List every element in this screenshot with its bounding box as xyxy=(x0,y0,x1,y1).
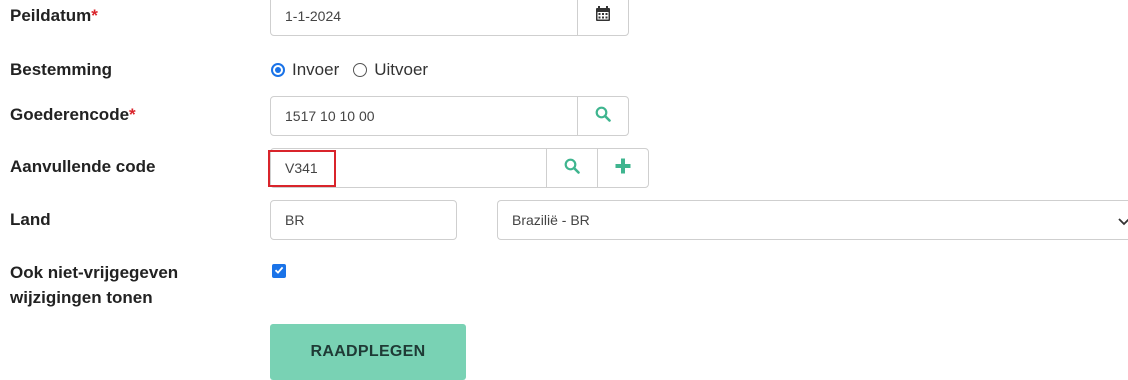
radio-uitvoer[interactable] xyxy=(353,63,368,77)
peildatum-label: Peildatum* xyxy=(10,6,98,25)
ook-niet-vrijgegeven-label: Ook niet-vrijgegeven wijzigingen tonen xyxy=(10,263,179,307)
required-mark: * xyxy=(129,105,136,124)
highlight-box xyxy=(268,150,336,187)
goederencode-label: Goederencode* xyxy=(10,105,136,124)
ook-niet-vrijgegeven-checkbox[interactable] xyxy=(272,264,286,278)
radio-invoer[interactable] xyxy=(271,63,285,77)
land-code-input[interactable]: BR xyxy=(270,200,457,240)
land-select[interactable]: Brazilië - BR xyxy=(497,200,1128,240)
chevron-down-icon xyxy=(1118,214,1128,232)
checkmark-icon xyxy=(274,262,284,280)
raadplegen-button[interactable]: RAADPLEGEN xyxy=(270,324,466,380)
land-label: Land xyxy=(10,210,51,229)
search-icon xyxy=(595,106,611,127)
aanvullende-code-add-button[interactable] xyxy=(597,148,649,188)
radio-invoer-label[interactable]: Invoer xyxy=(292,60,339,80)
aanvullende-code-label: Aanvullende code xyxy=(10,157,156,176)
goederencode-search-button[interactable] xyxy=(577,96,629,136)
goederencode-input[interactable]: 1517 10 10 00 xyxy=(270,96,578,136)
aanvullende-code-search-button[interactable] xyxy=(546,148,598,188)
bestemming-radio-group: Invoer Uitvoer xyxy=(271,60,428,80)
radio-uitvoer-label[interactable]: Uitvoer xyxy=(374,60,428,80)
search-icon xyxy=(564,158,580,179)
calendar-button[interactable] xyxy=(577,0,629,36)
calendar-icon xyxy=(596,6,610,26)
plus-icon xyxy=(615,158,631,179)
required-mark: * xyxy=(91,6,98,25)
peildatum-input[interactable]: 1-1-2024 xyxy=(270,0,578,36)
bestemming-label: Bestemming xyxy=(10,60,113,79)
